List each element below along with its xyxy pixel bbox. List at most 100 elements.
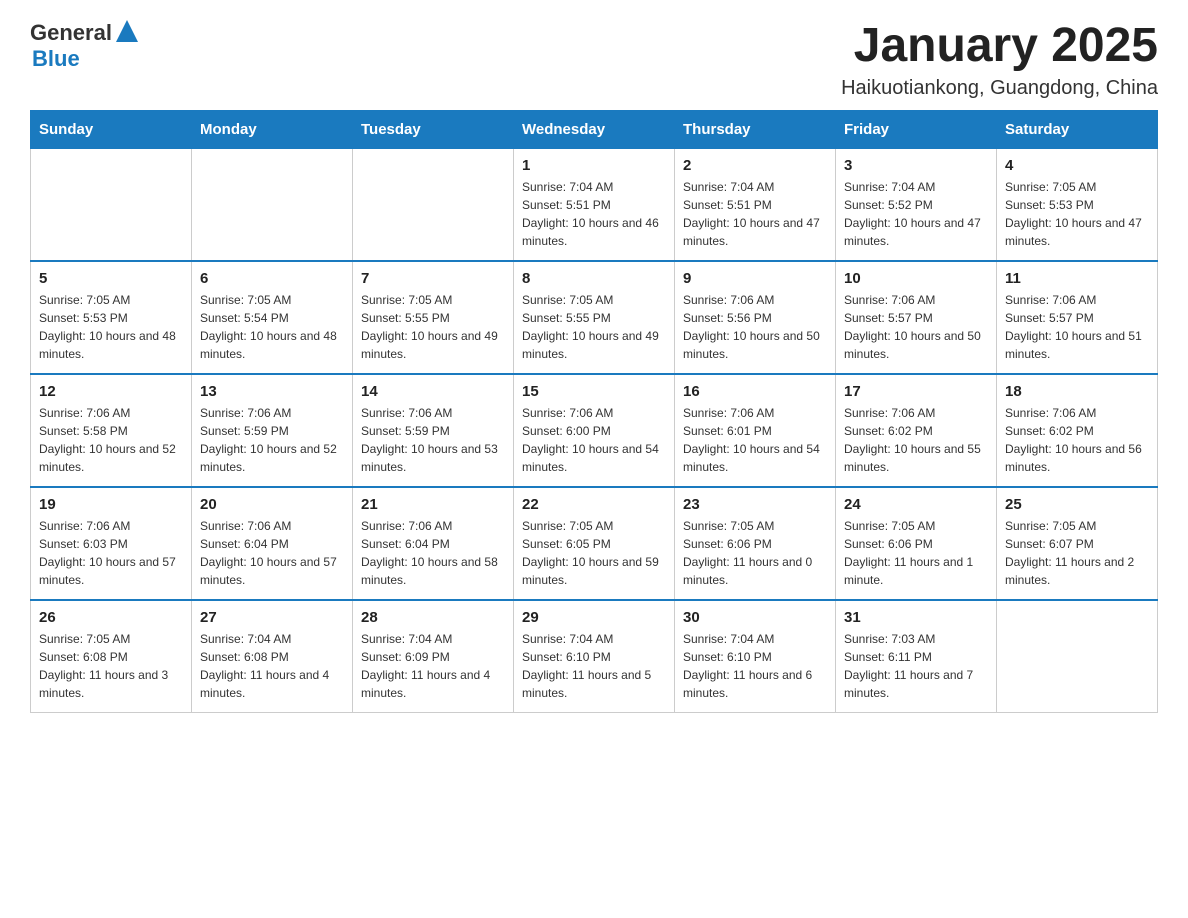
day-number: 15	[522, 383, 666, 400]
calendar-week-row: 12 Sunrise: 7:06 AM Sunset: 5:58 PM Dayli…	[31, 374, 1158, 487]
day-number: 5	[39, 270, 183, 287]
day-number: 8	[522, 270, 666, 287]
day-info: Sunrise: 7:06 AM Sunset: 5:57 PM Dayligh…	[1005, 291, 1149, 363]
calendar-cell: 4 Sunrise: 7:05 AM Sunset: 5:53 PM Daylig…	[997, 148, 1158, 261]
col-header-wednesday: Wednesday	[514, 110, 675, 148]
logo-triangle-icon	[116, 20, 138, 42]
day-number: 2	[683, 157, 827, 174]
day-info: Sunrise: 7:06 AM Sunset: 5:59 PM Dayligh…	[361, 404, 505, 476]
day-number: 1	[522, 157, 666, 174]
calendar-cell: 5 Sunrise: 7:05 AM Sunset: 5:53 PM Daylig…	[31, 261, 192, 374]
calendar-header-row: SundayMondayTuesdayWednesdayThursdayFrid…	[31, 110, 1158, 148]
logo-blue: Blue	[32, 46, 80, 72]
day-info: Sunrise: 7:04 AM Sunset: 6:10 PM Dayligh…	[683, 630, 827, 702]
day-info: Sunrise: 7:06 AM Sunset: 6:04 PM Dayligh…	[200, 517, 344, 589]
calendar-cell: 25 Sunrise: 7:05 AM Sunset: 6:07 PM Dayli…	[997, 487, 1158, 600]
calendar-cell: 30 Sunrise: 7:04 AM Sunset: 6:10 PM Dayli…	[675, 600, 836, 713]
day-info: Sunrise: 7:05 AM Sunset: 5:55 PM Dayligh…	[361, 291, 505, 363]
col-header-thursday: Thursday	[675, 110, 836, 148]
day-number: 11	[1005, 270, 1149, 287]
day-number: 23	[683, 496, 827, 513]
day-number: 21	[361, 496, 505, 513]
page-header: General Blue January 2025 Haikuotiankong…	[30, 20, 1158, 100]
day-number: 29	[522, 609, 666, 626]
day-info: Sunrise: 7:06 AM Sunset: 5:59 PM Dayligh…	[200, 404, 344, 476]
day-info: Sunrise: 7:06 AM Sunset: 6:03 PM Dayligh…	[39, 517, 183, 589]
calendar-cell: 12 Sunrise: 7:06 AM Sunset: 5:58 PM Dayli…	[31, 374, 192, 487]
calendar-cell: 9Sunrise: 7:06 AM Sunset: 5:56 PM Daylig…	[675, 261, 836, 374]
logo: General Blue	[30, 20, 138, 72]
calendar-cell	[997, 600, 1158, 713]
calendar-cell: 21 Sunrise: 7:06 AM Sunset: 6:04 PM Dayli…	[353, 487, 514, 600]
col-header-monday: Monday	[192, 110, 353, 148]
day-info: Sunrise: 7:06 AM Sunset: 5:57 PM Dayligh…	[844, 291, 988, 363]
day-number: 26	[39, 609, 183, 626]
day-number: 25	[1005, 496, 1149, 513]
day-number: 13	[200, 383, 344, 400]
day-info: Sunrise: 7:06 AM Sunset: 6:00 PM Dayligh…	[522, 404, 666, 476]
calendar-cell: 27Sunrise: 7:04 AM Sunset: 6:08 PM Dayli…	[192, 600, 353, 713]
day-number: 24	[844, 496, 988, 513]
calendar-cell: 18 Sunrise: 7:06 AM Sunset: 6:02 PM Dayli…	[997, 374, 1158, 487]
day-info: Sunrise: 7:05 AM Sunset: 6:07 PM Dayligh…	[1005, 517, 1149, 589]
calendar-cell: 23 Sunrise: 7:05 AM Sunset: 6:06 PM Dayli…	[675, 487, 836, 600]
day-number: 30	[683, 609, 827, 626]
calendar-cell: 7Sunrise: 7:05 AM Sunset: 5:55 PM Daylig…	[353, 261, 514, 374]
calendar-week-row: 26 Sunrise: 7:05 AM Sunset: 6:08 PM Dayli…	[31, 600, 1158, 713]
calendar-cell: 17 Sunrise: 7:06 AM Sunset: 6:02 PM Dayli…	[836, 374, 997, 487]
day-info: Sunrise: 7:04 AM Sunset: 5:51 PM Dayligh…	[522, 178, 666, 250]
calendar-cell: 22 Sunrise: 7:05 AM Sunset: 6:05 PM Dayli…	[514, 487, 675, 600]
col-header-tuesday: Tuesday	[353, 110, 514, 148]
day-number: 27	[200, 609, 344, 626]
day-number: 17	[844, 383, 988, 400]
calendar-cell: 3 Sunrise: 7:04 AM Sunset: 5:52 PM Daylig…	[836, 148, 997, 261]
day-number: 16	[683, 383, 827, 400]
day-info: Sunrise: 7:06 AM Sunset: 6:02 PM Dayligh…	[1005, 404, 1149, 476]
calendar-week-row: 19Sunrise: 7:06 AM Sunset: 6:03 PM Dayli…	[31, 487, 1158, 600]
col-header-saturday: Saturday	[997, 110, 1158, 148]
calendar-cell: 26 Sunrise: 7:05 AM Sunset: 6:08 PM Dayli…	[31, 600, 192, 713]
calendar-cell: 29 Sunrise: 7:04 AM Sunset: 6:10 PM Dayli…	[514, 600, 675, 713]
day-info: Sunrise: 7:06 AM Sunset: 5:56 PM Dayligh…	[683, 291, 827, 363]
day-info: Sunrise: 7:05 AM Sunset: 5:53 PM Dayligh…	[39, 291, 183, 363]
calendar-cell: 11 Sunrise: 7:06 AM Sunset: 5:57 PM Dayli…	[997, 261, 1158, 374]
day-info: Sunrise: 7:05 AM Sunset: 6:06 PM Dayligh…	[683, 517, 827, 589]
calendar-cell: 24 Sunrise: 7:05 AM Sunset: 6:06 PM Dayli…	[836, 487, 997, 600]
calendar-cell	[353, 148, 514, 261]
day-info: Sunrise: 7:05 AM Sunset: 5:54 PM Dayligh…	[200, 291, 344, 363]
day-info: Sunrise: 7:04 AM Sunset: 6:10 PM Dayligh…	[522, 630, 666, 702]
day-info: Sunrise: 7:06 AM Sunset: 6:02 PM Dayligh…	[844, 404, 988, 476]
calendar-cell: 16 Sunrise: 7:06 AM Sunset: 6:01 PM Dayli…	[675, 374, 836, 487]
day-info: Sunrise: 7:06 AM Sunset: 6:01 PM Dayligh…	[683, 404, 827, 476]
day-number: 10	[844, 270, 988, 287]
day-info: Sunrise: 7:04 AM Sunset: 5:52 PM Dayligh…	[844, 178, 988, 250]
day-number: 6	[200, 270, 344, 287]
day-number: 4	[1005, 157, 1149, 174]
col-header-friday: Friday	[836, 110, 997, 148]
calendar-cell: 13 Sunrise: 7:06 AM Sunset: 5:59 PM Dayli…	[192, 374, 353, 487]
day-number: 12	[39, 383, 183, 400]
logo-general: General	[30, 22, 112, 44]
day-number: 14	[361, 383, 505, 400]
calendar-cell: 8 Sunrise: 7:05 AM Sunset: 5:55 PM Daylig…	[514, 261, 675, 374]
day-number: 31	[844, 609, 988, 626]
day-info: Sunrise: 7:05 AM Sunset: 6:08 PM Dayligh…	[39, 630, 183, 702]
day-number: 18	[1005, 383, 1149, 400]
page-subtitle: Haikuotiankong, Guangdong, China	[841, 77, 1158, 100]
day-info: Sunrise: 7:05 AM Sunset: 6:06 PM Dayligh…	[844, 517, 988, 589]
calendar-week-row: 1 Sunrise: 7:04 AM Sunset: 5:51 PM Daylig…	[31, 148, 1158, 261]
calendar-cell	[31, 148, 192, 261]
day-info: Sunrise: 7:06 AM Sunset: 5:58 PM Dayligh…	[39, 404, 183, 476]
day-info: Sunrise: 7:05 AM Sunset: 6:05 PM Dayligh…	[522, 517, 666, 589]
day-info: Sunrise: 7:05 AM Sunset: 5:55 PM Dayligh…	[522, 291, 666, 363]
col-header-sunday: Sunday	[31, 110, 192, 148]
day-number: 3	[844, 157, 988, 174]
calendar-cell: 20Sunrise: 7:06 AM Sunset: 6:04 PM Dayli…	[192, 487, 353, 600]
calendar-cell: 2Sunrise: 7:04 AM Sunset: 5:51 PM Daylig…	[675, 148, 836, 261]
day-info: Sunrise: 7:06 AM Sunset: 6:04 PM Dayligh…	[361, 517, 505, 589]
day-number: 22	[522, 496, 666, 513]
calendar-table: SundayMondayTuesdayWednesdayThursdayFrid…	[30, 110, 1158, 713]
calendar-cell: 1 Sunrise: 7:04 AM Sunset: 5:51 PM Daylig…	[514, 148, 675, 261]
day-info: Sunrise: 7:05 AM Sunset: 5:53 PM Dayligh…	[1005, 178, 1149, 250]
calendar-week-row: 5 Sunrise: 7:05 AM Sunset: 5:53 PM Daylig…	[31, 261, 1158, 374]
